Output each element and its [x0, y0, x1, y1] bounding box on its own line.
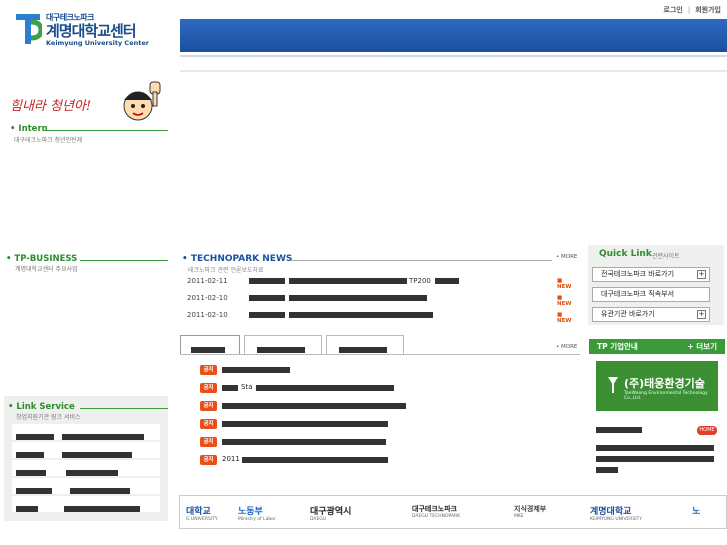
news-text: TP200 — [409, 277, 431, 285]
tab-2[interactable] — [244, 335, 322, 355]
notice-item[interactable]: 공지 — [200, 437, 580, 448]
company-banner[interactable]: (주)태웅환경기술 TaeWoong Environmental Technol… — [596, 361, 718, 411]
company-name — [596, 427, 642, 433]
news-date: 2011-02-10 — [187, 294, 228, 302]
site-logo[interactable]: 대구테크노파크 계명대학교센터 Keimyung University Cent… — [14, 10, 174, 50]
logo-text-line2: 계명대학교센터 — [46, 22, 137, 40]
notice-item[interactable]: 공지 — [200, 419, 580, 430]
top-links: 로그인 | 회원가입 — [664, 5, 721, 15]
news-item[interactable]: 2011-02-10 ■ NEW — [187, 311, 577, 324]
news-date: 2011-02-11 — [187, 277, 228, 285]
link-service-title: • Link Service — [8, 402, 75, 412]
intern-subtitle: 대구테크노파크 청년인턴제 — [14, 137, 83, 144]
tp-business-subtitle: 계명대학교센터 주요사업 — [15, 266, 78, 273]
home-badge[interactable]: HOME — [697, 426, 717, 435]
new-badge: ■ NEW — [557, 295, 572, 307]
notice-text: 2011 — [222, 455, 240, 463]
link-service-row[interactable] — [12, 460, 160, 476]
tab-notice[interactable] — [180, 335, 240, 355]
news-item[interactable]: 2011-02-11 TP200 ■ NEW — [187, 277, 577, 290]
header-divider — [180, 55, 727, 57]
link-service-row[interactable] — [12, 478, 160, 494]
partner-logo[interactable]: 지식경제부 MKE — [514, 504, 546, 519]
notice-badge: 공지 — [200, 419, 217, 429]
notice-item[interactable]: 공지 — [200, 365, 580, 376]
company-desc — [596, 445, 714, 451]
tab-divider — [180, 354, 580, 355]
company-logo-icon — [608, 377, 618, 393]
notice-badge: 공지 — [200, 401, 217, 411]
slogan-text: 힘내라 청년아! — [10, 99, 92, 114]
page: 로그인 | 회원가입 대구테크노파크 계명대학교센터 Keimyung Univer… — [0, 0, 727, 545]
notice-badge: 공지 — [200, 455, 217, 465]
quick-link-daegu-tp[interactable]: 대구테크노파크 직속부서 — [592, 287, 710, 302]
company-banner-name: (주)태웅환경기술 — [624, 377, 705, 390]
notice-more-link[interactable]: • MORE — [556, 344, 577, 350]
link-service-subtitle: 창업지원기관 링크 서비스 — [16, 414, 81, 421]
tp-company-header: TP 기업안내 + 더보기 — [589, 339, 725, 354]
notice-item[interactable]: 공지 2011 — [200, 455, 580, 466]
intern-divider — [44, 130, 168, 131]
link-service-row[interactable] — [12, 496, 160, 512]
top-links-separator: | — [687, 6, 691, 14]
news-item[interactable]: 2011-02-10 ■ NEW — [187, 294, 577, 307]
mascot-icon — [123, 81, 161, 121]
link-service-row[interactable] — [12, 424, 160, 440]
intern-title[interactable]: • Intern — [10, 124, 48, 134]
partner-logo[interactable]: 노 — [692, 504, 700, 517]
notice-item[interactable]: 공지 Sta — [200, 383, 580, 394]
company-desc — [596, 456, 714, 462]
link-service-row[interactable] — [12, 442, 160, 458]
join-link[interactable]: 회원가입 — [695, 6, 721, 14]
company-banner-subtitle: TaeWoong Environmental Technology Co.,Lt… — [624, 391, 708, 401]
quick-link-related[interactable]: 유관기관 바로가기 + — [592, 307, 710, 322]
plus-icon: + — [697, 310, 706, 319]
plus-icon: + — [697, 270, 706, 279]
header-divider-2 — [180, 70, 727, 72]
news-title[interactable]: • TECHNOPARK NEWS — [182, 254, 292, 264]
new-badge: ■ NEW — [557, 312, 572, 324]
news-more-link[interactable]: • MORE — [556, 254, 577, 260]
quick-link-title: Quick Link — [599, 249, 652, 259]
notice-badge: 공지 — [200, 383, 217, 393]
news-divider — [290, 260, 552, 261]
link-service-divider — [80, 408, 168, 409]
company-desc — [596, 467, 618, 473]
tp-company-more-link[interactable]: + 더보기 — [687, 339, 717, 354]
logo-text-line3: Keimyung University Center — [46, 39, 149, 47]
quick-link-subtitle: 관련사이트 — [652, 253, 680, 260]
partner-logo[interactable]: 대구광역시 DAEGU — [310, 504, 351, 522]
partner-logo[interactable]: 대학교 G UNIVERSITY — [186, 504, 218, 522]
tp-business-divider — [80, 260, 168, 261]
tab-3[interactable] — [326, 335, 404, 355]
partner-logo[interactable]: 계명대학교 KEIMYUNG UNIVERSITY — [590, 504, 642, 522]
tp-logo-icon — [16, 14, 42, 44]
news-subtitle: 테크노파크 관련 언론보도자료 — [188, 267, 264, 274]
notice-badge: 공지 — [200, 365, 217, 375]
notice-item[interactable]: 공지 — [200, 401, 580, 412]
header-banner — [180, 19, 727, 52]
notice-text: Sta — [241, 383, 253, 391]
quick-link-national-tp[interactable]: 전국테크노파크 바로가기 + — [592, 267, 710, 282]
partner-logo[interactable]: 노동부 Ministry of Labor — [238, 504, 276, 522]
notice-badge: 공지 — [200, 437, 217, 447]
partner-logo[interactable]: 대구테크노파크 DAEGU TECHNOPARK — [412, 504, 460, 519]
partner-logo-strip: 대학교 G UNIVERSITY 노동부 Ministry of Labor 대구광… — [179, 495, 727, 529]
link-service-panel: • Link Service 창업지원기관 링크 서비스 — [4, 396, 168, 521]
news-date: 2011-02-10 — [187, 311, 228, 319]
tp-business-title[interactable]: • TP-BUSINESS — [6, 254, 77, 264]
login-link[interactable]: 로그인 — [664, 6, 683, 14]
tp-company-title: TP 기업안내 — [597, 342, 638, 351]
new-badge: ■ NEW — [557, 278, 572, 290]
